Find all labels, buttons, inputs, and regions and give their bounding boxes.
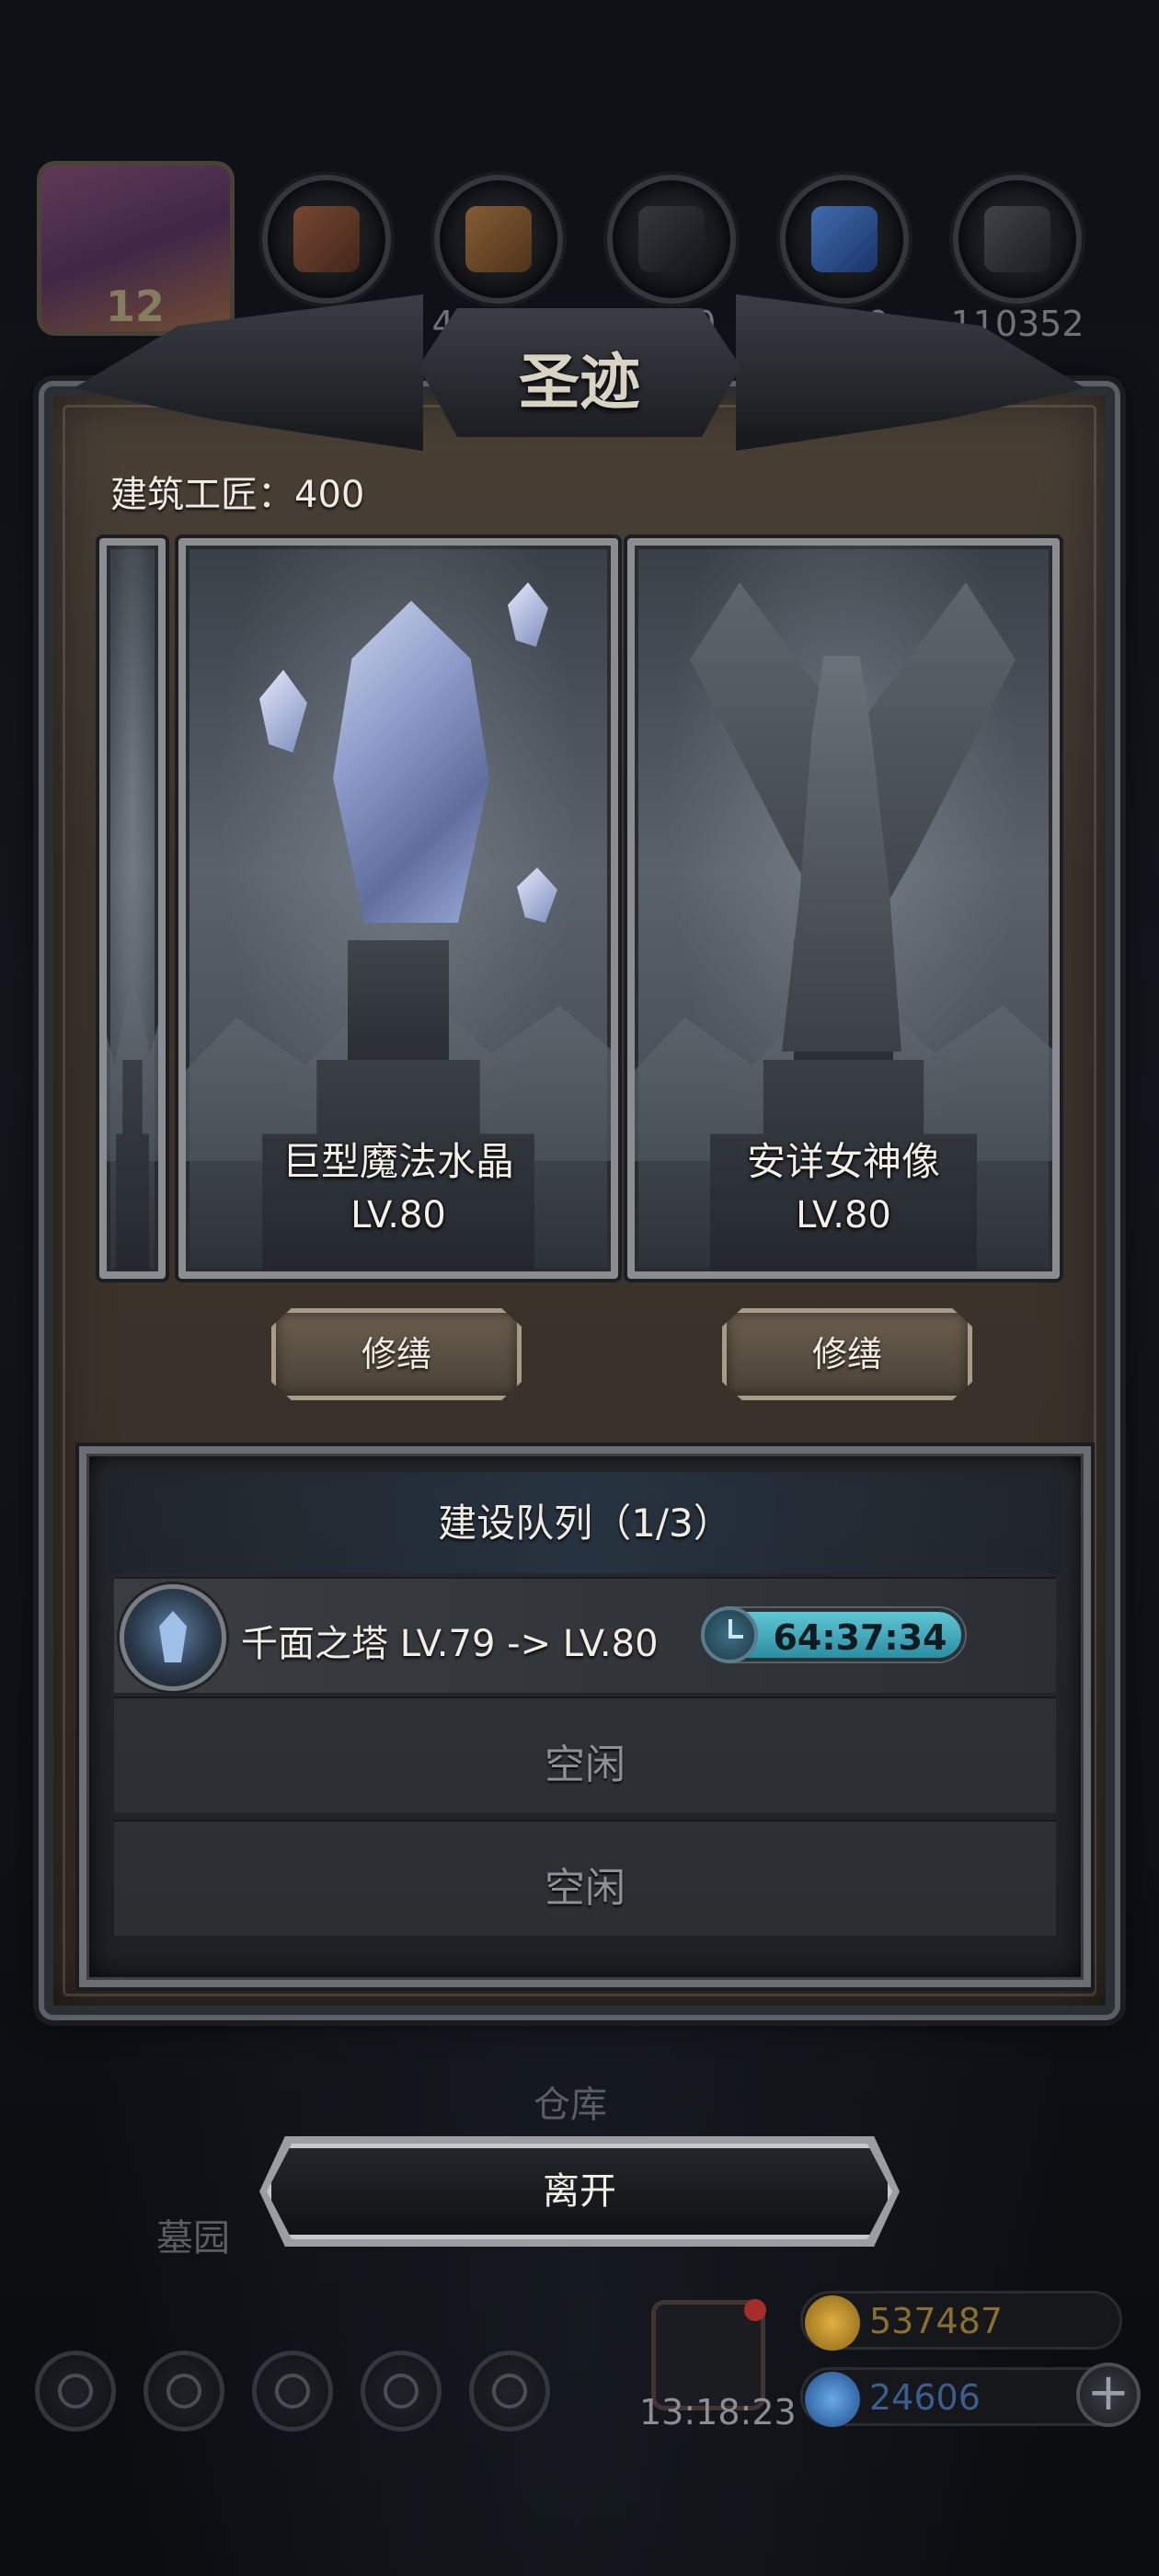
leave-button[interactable]: 离开 <box>267 2144 892 2239</box>
build-queue-title: 建设队列（1/3） <box>438 1501 732 1546</box>
queue-item-text: 千面之塔 LV.79 -> LV.80 <box>241 1623 659 1665</box>
meat-icon[interactable] <box>262 175 391 304</box>
gold-panel: 537487 <box>800 2291 1122 2351</box>
relic-name: 安详女神像 <box>746 1139 940 1184</box>
crest-icon[interactable] <box>252 2351 333 2432</box>
map-label-warehouse: 仓库 <box>534 2084 607 2126</box>
book-icon[interactable] <box>469 2351 550 2432</box>
queue-slot-active[interactable]: 千面之塔 LV.79 -> LV.80 64:37:34 <box>114 1577 1056 1693</box>
build-timer[interactable]: 64:37:34 <box>701 1606 965 1663</box>
build-timer-text: 64:37:34 <box>773 1617 947 1658</box>
queue-slot-idle[interactable]: 空闲 <box>114 1696 1056 1812</box>
relic-card-goddess[interactable]: 安详女神像 LV.80 <box>627 538 1060 1279</box>
gift-timer: 13:18:23 <box>639 2392 797 2432</box>
queue-slot-idle[interactable]: 空闲 <box>114 1820 1056 1936</box>
relic-level: LV.80 <box>796 1194 891 1236</box>
gold-value: 537487 <box>869 2301 1004 2341</box>
clock-icon <box>701 1606 758 1663</box>
dialog-title: 圣迹 <box>519 346 640 418</box>
gem-icon <box>805 2372 860 2427</box>
build-queue-panel: 建设队列（1/3） 千面之塔 LV.79 -> LV.80 64:37:34 空… <box>79 1446 1091 1987</box>
crystal-icon[interactable] <box>780 175 909 304</box>
relic-name: 巨型魔法水晶 <box>281 1139 514 1184</box>
wood-icon[interactable] <box>434 175 563 304</box>
relic-card-partial[interactable] <box>99 538 166 1279</box>
add-currency-button[interactable]: + <box>1076 2363 1141 2427</box>
relic-card-crystal[interactable]: 巨型魔法水晶 LV.80 <box>178 538 618 1279</box>
iron-icon[interactable] <box>607 175 736 304</box>
gem-value: 24606 <box>869 2377 981 2418</box>
mail-icon[interactable] <box>361 2351 442 2432</box>
idle-label: 空闲 <box>545 1742 625 1788</box>
repair-button[interactable]: 修缮 <box>271 1308 522 1400</box>
gold-icon <box>805 2295 860 2351</box>
gem-panel: 24606 <box>800 2367 1122 2427</box>
builders-count: 建筑工匠：400 <box>110 474 365 516</box>
settings-icon[interactable] <box>35 2351 116 2432</box>
stone-icon[interactable] <box>953 175 1082 304</box>
star-icon[interactable] <box>143 2351 224 2432</box>
map-label-cemetery: 墓园 <box>156 2217 230 2260</box>
idle-label: 空闲 <box>545 1865 625 1912</box>
tower-icon <box>120 1584 226 1691</box>
relic-level: LV.80 <box>350 1194 446 1236</box>
repair-button[interactable]: 修缮 <box>722 1308 972 1400</box>
